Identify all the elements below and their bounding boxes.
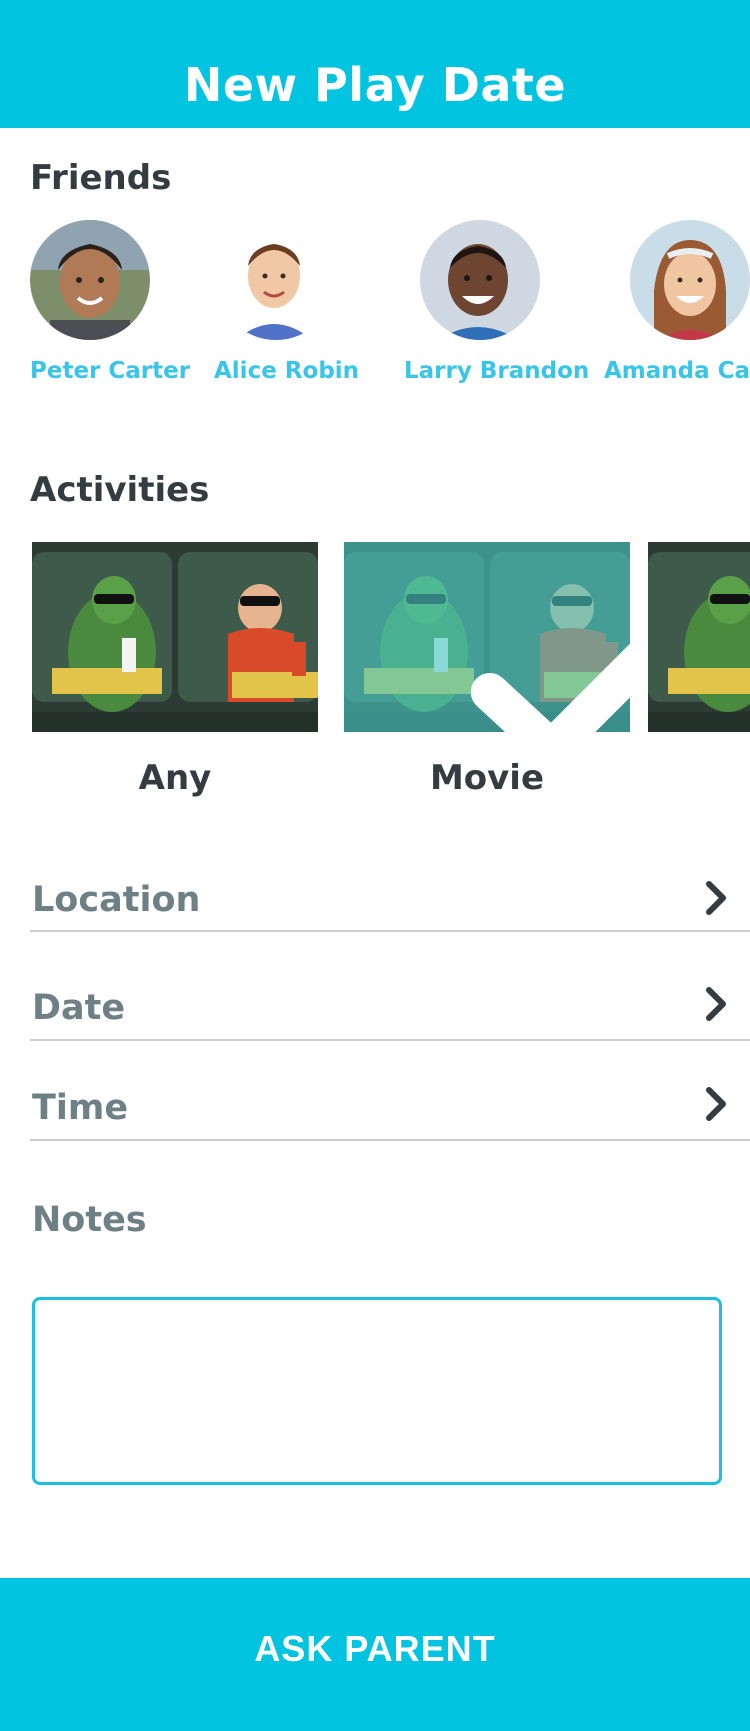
avatar [630, 220, 750, 340]
app-header: New Play Date [0, 0, 750, 128]
activities-carousel[interactable]: Any Movie [0, 542, 750, 812]
time-row[interactable]: Time [30, 1076, 750, 1136]
page-title: New Play Date [183, 58, 567, 112]
friends-section-title: Friends [30, 158, 172, 198]
friend-name: Peter Carter [30, 358, 191, 384]
activity-item-partial[interactable] [648, 542, 750, 802]
chevron-right-icon [706, 987, 726, 1021]
notes-textarea[interactable] [32, 1297, 722, 1485]
activities-section-title: Activities [30, 470, 210, 510]
friend-name: Alice Robin [214, 358, 360, 384]
checkmark-icon [470, 643, 630, 732]
avatar [216, 220, 336, 340]
divider [30, 930, 750, 932]
activity-image [32, 542, 318, 732]
friend-name: Larry Brandon [404, 358, 590, 384]
avatar [30, 220, 150, 340]
divider [30, 1139, 750, 1141]
chevron-right-icon [706, 881, 726, 915]
location-label: Location [32, 880, 201, 920]
friend-item-alice-robin[interactable]: Alice Robin [214, 218, 414, 398]
chevron-right-icon [706, 1087, 726, 1121]
ask-parent-label: ASK PARENT [254, 1628, 496, 1669]
time-label: Time [32, 1088, 129, 1128]
avatar [420, 220, 540, 340]
date-label: Date [32, 988, 126, 1028]
activity-image [344, 542, 630, 732]
activity-item-movie[interactable]: Movie [344, 542, 630, 802]
ask-parent-button[interactable]: ASK PARENT [0, 1578, 750, 1731]
location-row[interactable]: Location [30, 868, 750, 928]
activity-label: Movie [429, 758, 545, 798]
activity-item-any[interactable]: Any [32, 542, 318, 802]
divider [30, 1039, 750, 1041]
activity-label: Any [138, 758, 212, 798]
date-row[interactable]: Date [30, 976, 750, 1036]
friend-item-peter-carter[interactable]: Peter Carter [30, 218, 230, 398]
friends-carousel[interactable]: Peter Carter Alice Robin Larry Brandon A… [0, 218, 750, 398]
friend-item-amanda-carter[interactable]: Amanda Carter [604, 218, 750, 398]
friend-name: Amanda Carter [604, 358, 750, 384]
notes-label: Notes [32, 1200, 147, 1240]
friend-item-larry-brandon[interactable]: Larry Brandon [404, 218, 604, 398]
activity-image [648, 542, 750, 732]
